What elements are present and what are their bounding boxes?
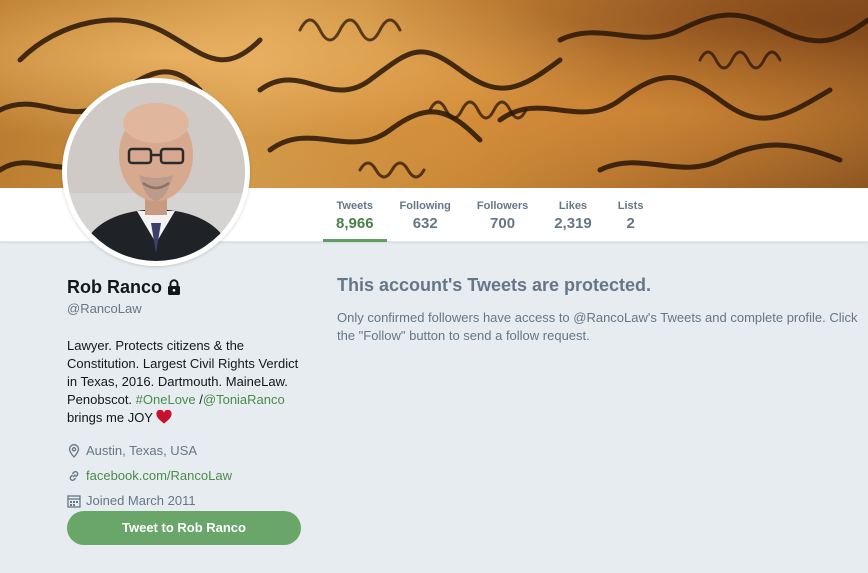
tweet-to-button[interactable]: Tweet to Rob Ranco [67, 511, 301, 545]
profile-bio: Lawyer. Protects citizens & the Constitu… [67, 337, 299, 427]
avatar-portrait [67, 83, 245, 261]
profile-handle[interactable]: @RancoLaw [67, 301, 307, 317]
stat-tweets-value: 8,966 [336, 215, 374, 232]
stat-tweets[interactable]: Tweets 8,966 [323, 188, 387, 242]
stat-tweets-label: Tweets [336, 200, 374, 212]
heart-icon [156, 409, 172, 424]
avatar [67, 83, 245, 261]
profile-card: Rob Ranco @RancoLaw Lawyer. Protects cit… [67, 275, 307, 509]
profile-joined: Joined March 2011 [67, 493, 307, 509]
bio-mention-link[interactable]: @ToniaRanco [203, 392, 285, 407]
calendar-icon [67, 494, 81, 508]
avatar-frame[interactable] [62, 78, 250, 266]
stat-followers-label: Followers [476, 200, 529, 212]
protected-message: Only confirmed followers have access to … [337, 310, 858, 343]
stat-following-value: 632 [412, 215, 438, 232]
joined-text: Joined March 2011 [86, 493, 196, 508]
stat-likes[interactable]: Likes 2,319 [541, 188, 605, 242]
stat-lists-value: 2 [626, 215, 635, 232]
lock-icon [167, 279, 181, 295]
bio-text-end: brings me JOY [67, 410, 157, 425]
profile-website: facebook.com/RancoLaw [67, 468, 307, 484]
stat-lists-label: Lists [617, 200, 644, 212]
protected-title: This account's Tweets are protected. [337, 275, 652, 295]
profile-stats: Tweets 8,966 Following 632 Followers 700… [323, 188, 656, 242]
stat-lists[interactable]: Lists 2 [605, 188, 657, 242]
protected-notice: This account's Tweets are protected. Onl… [337, 274, 862, 345]
stat-followers-value: 700 [490, 215, 516, 232]
stat-following[interactable]: Following 632 [387, 188, 464, 242]
profile-location: Austin, Texas, USA [67, 443, 307, 459]
profile-name-row: Rob Ranco [67, 275, 307, 299]
website-link[interactable]: facebook.com/RancoLaw [86, 468, 232, 484]
profile-name[interactable]: Rob Ranco [67, 275, 162, 299]
bio-separator: / [195, 392, 203, 407]
stat-followers[interactable]: Followers 700 [464, 188, 541, 242]
link-icon [67, 469, 81, 483]
stat-following-label: Following [399, 200, 451, 212]
location-pin-icon [67, 444, 81, 458]
stat-likes-label: Likes [558, 200, 588, 212]
stat-likes-value: 2,319 [554, 215, 592, 232]
bio-hashtag-link[interactable]: #OneLove [136, 392, 196, 407]
location-text: Austin, Texas, USA [86, 443, 198, 458]
